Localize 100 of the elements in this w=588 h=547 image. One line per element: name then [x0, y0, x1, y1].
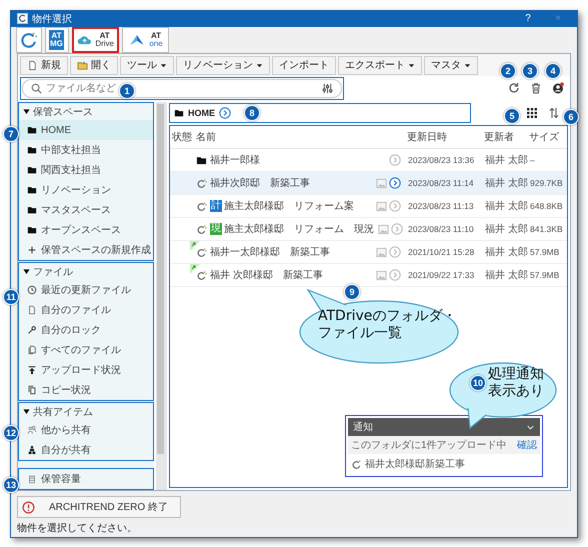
toolbar-button[interactable]: 新規: [20, 56, 68, 74]
grid-view-icon[interactable]: [526, 107, 538, 119]
column-header[interactable]: 更新日時: [405, 130, 482, 144]
breadcrumb-item[interactable]: HOME: [188, 108, 215, 118]
section-header[interactable]: 共有アイテム: [19, 403, 153, 420]
sidebar-item[interactable]: リノベーション: [19, 180, 153, 200]
sidebar-item[interactable]: アップロード状況: [19, 360, 153, 380]
file-icon: [27, 305, 37, 315]
sidebar-item[interactable]: コピー状況: [19, 380, 153, 400]
people-icon: [27, 425, 37, 435]
people-icon: [27, 445, 37, 455]
toolbar-button[interactable]: インポート: [272, 56, 336, 74]
column-header[interactable]: サイズ: [527, 130, 567, 144]
table-row[interactable]: 福井次郎邸 新築工事 2023/08/23 11:14 福井 太郎 929.7KB: [170, 172, 567, 195]
image-icon[interactable]: [378, 224, 389, 234]
updater-cell-text: 福井 太郎: [484, 246, 527, 259]
caret-icon: [256, 62, 263, 68]
scrollbar[interactable]: [156, 102, 167, 490]
table-row[interactable]: 計 施主太郎様邸 リフォーム案 2023/08/23 11:13 福井 太郎 648.8KB: [170, 195, 567, 218]
image-icon[interactable]: [376, 270, 387, 280]
sidebar-item[interactable]: マスタスペース: [19, 200, 153, 220]
section-header[interactable]: ファイル: [19, 263, 153, 280]
app-tab[interactable]: [16, 26, 42, 53]
toolbar-button[interactable]: リノベーション: [176, 56, 270, 74]
size-cell-text: –: [529, 155, 536, 165]
file-icon: [27, 60, 38, 70]
file-name: 福井一郎様: [210, 154, 260, 167]
type-tag: 計: [210, 200, 222, 212]
refresh-icon[interactable]: [508, 82, 520, 94]
folder-icon: [174, 108, 184, 118]
sidebar-item[interactable]: 自分が共有: [19, 440, 153, 460]
size-cell-text: 57.9MB: [529, 247, 560, 257]
date-cell-text: 2023/08/23 11:14: [407, 178, 475, 188]
size-cell-text: 929.7KB: [529, 178, 564, 188]
updater-cell-text: 福井 太郎: [484, 268, 527, 282]
trash-icon[interactable]: [530, 82, 542, 94]
updater-cell-text: 福井 太郎: [484, 222, 527, 236]
sidebar-item[interactable]: 保管容量: [19, 469, 153, 489]
updater-cell-text: 福井 太郎: [484, 154, 527, 167]
file-name: 施主太郎様邸 リフォーム案: [224, 200, 354, 213]
date-cell-text: 2023/08/23 13:36: [407, 155, 476, 165]
sidebar-item[interactable]: 他から共有: [19, 420, 153, 440]
copy-icon: [27, 385, 37, 395]
ring-icon: [196, 178, 206, 188]
sidebar-item[interactable]: オープンスペース: [19, 220, 153, 240]
updater-cell-text: 福井 太郎: [484, 200, 527, 213]
caret-icon: [160, 62, 167, 68]
sidebar-item[interactable]: すべてのファイル: [19, 340, 153, 360]
upload-icon: [27, 365, 37, 375]
clock-icon: [27, 285, 37, 295]
sidebar-item[interactable]: 関西支社担当: [19, 160, 153, 180]
file-name: 福井次郎邸 新築工事: [210, 176, 310, 190]
toolbar-button[interactable]: マスタ: [424, 56, 478, 74]
callout-text: ファイル一覧: [318, 325, 403, 342]
app-tab[interactable]: AT MG: [45, 26, 69, 53]
sort-icon[interactable]: [548, 107, 560, 119]
column-header[interactable]: 名前: [194, 130, 405, 144]
sidebar-item[interactable]: 自分のロック: [19, 320, 153, 340]
toolbar-button[interactable]: ツール: [120, 56, 174, 74]
callout-text: 表示あり: [488, 383, 545, 400]
section-header[interactable]: 保管スペース: [19, 103, 153, 120]
file-name: 福井 次郎様邸 新築工事: [210, 268, 323, 282]
date-cell-text: 2021/10/21 15:28: [407, 247, 476, 257]
triangle-icon: [23, 108, 30, 115]
caret-icon: [408, 62, 415, 68]
toolbar-button[interactable]: 開く: [70, 56, 118, 74]
file-name: 施主太郎様邸 リフォーム 現況: [224, 222, 374, 236]
image-icon[interactable]: [376, 200, 387, 212]
table-row[interactable]: 現 施主太郎様邸 リフォーム 現況 2023/08/23 11:10 福井 太郎 841.3KB: [170, 218, 567, 241]
ring-icon: [196, 246, 206, 258]
column-header[interactable]: 状態: [170, 130, 194, 144]
ring-icon: [351, 458, 362, 470]
sidebar-item[interactable]: 最近の更新ファイル: [19, 280, 153, 300]
sidebar-item[interactable]: HOME: [19, 120, 153, 140]
table-row[interactable]: 福井一太郎様邸 新築工事 2021/10/21 15:28 福井 太郎 57.9MB: [170, 241, 567, 264]
filter-icon[interactable]: [322, 82, 333, 94]
exit-button[interactable]: ARCHITREND ZERO 終了: [17, 496, 181, 518]
app-tab[interactable]: AT one: [122, 26, 169, 53]
alert-icon: [22, 500, 35, 514]
sidebar-item[interactable]: 保管スペースの新規作成: [19, 240, 153, 260]
date-cell-text: 2023/08/23 11:10: [407, 224, 475, 234]
toolbar-button[interactable]: エクスポート: [338, 56, 422, 74]
user-icon[interactable]: [552, 82, 564, 94]
column-header[interactable]: 更新者: [482, 130, 527, 144]
size-cell-text: 648.8KB: [529, 201, 564, 211]
notification-header[interactable]: 通知: [348, 418, 540, 436]
callout-number: 7: [3, 126, 19, 142]
scrollbar-thumb[interactable]: [157, 104, 164, 454]
folder-icon: [196, 154, 206, 166]
callout-text: 処理通知: [488, 366, 545, 383]
app-tab[interactable]: AT Drive: [72, 26, 119, 53]
sidebar-item[interactable]: 自分のファイル: [19, 300, 153, 320]
notification-item: 福井太郎様邸新築工事: [365, 458, 465, 471]
date-cell-text: 2021/09/22 17:33: [407, 270, 476, 280]
image-icon[interactable]: [376, 246, 387, 258]
sidebar-item[interactable]: 中部支社担当: [19, 140, 153, 160]
confirm-link[interactable]: 確認: [517, 438, 537, 452]
search-icon: [31, 82, 42, 94]
table-row[interactable]: 福井 次郎様邸 新築工事 2021/09/22 17:33 福井 太郎 57.9MB: [170, 264, 567, 287]
help-button[interactable]: ?: [515, 13, 541, 24]
